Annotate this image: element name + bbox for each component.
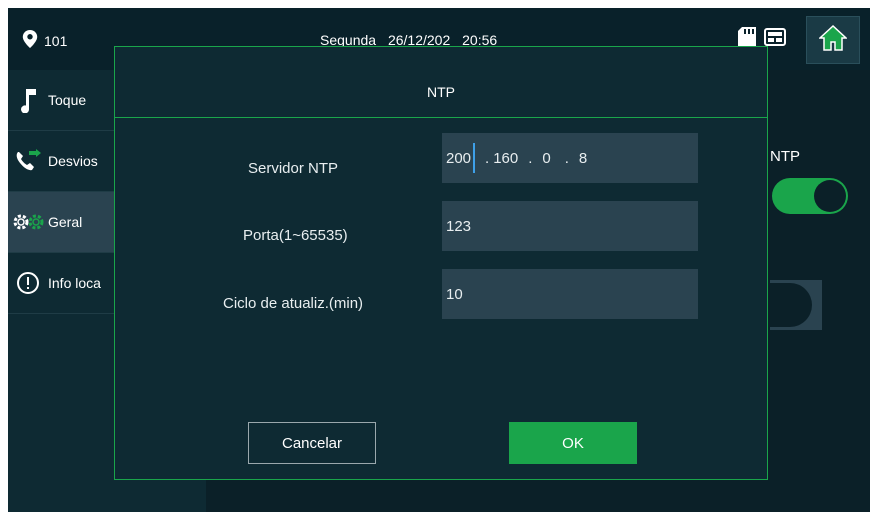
sidebar-item-label: Toque <box>48 92 87 108</box>
home-icon <box>818 24 848 56</box>
dialog-header: NTP <box>115 47 767 118</box>
sidebar-item-label: Desvios <box>48 153 98 169</box>
ntp-dialog: NTP Servidor NTP 200 . 160 . 0 . 8 Porta… <box>114 46 768 480</box>
secondary-toggle[interactable] <box>770 280 822 330</box>
gears-icon <box>8 212 48 232</box>
room-indicator: 101 <box>22 30 67 51</box>
ip-octet-3[interactable]: 0 <box>542 150 550 167</box>
toggle-knob <box>770 283 812 327</box>
port-value: 123 <box>446 217 472 235</box>
music-note-icon <box>8 87 48 113</box>
ip-octet-4[interactable]: 8 <box>579 150 587 167</box>
update-cycle-value: 10 <box>446 285 463 303</box>
ntp-setting-label: NTP <box>770 148 800 165</box>
ntp-toggle[interactable] <box>772 178 848 214</box>
sidebar-item-label: Info loca <box>48 275 101 291</box>
cancel-button[interactable]: Cancelar <box>248 422 376 464</box>
ip-octet-2[interactable]: 160 <box>493 150 518 167</box>
call-forward-icon <box>8 149 48 173</box>
ok-button[interactable]: OK <box>509 422 637 464</box>
home-button[interactable] <box>806 16 860 64</box>
toggle-knob <box>814 180 846 212</box>
port-field[interactable]: 123 <box>442 201 698 251</box>
ntp-server-ip-field[interactable]: 200 . 160 . 0 . 8 <box>442 133 698 183</box>
info-icon <box>8 271 48 295</box>
dialog-title: NTP <box>427 84 455 100</box>
sidebar-item-label: Geral <box>48 214 83 230</box>
text-cursor <box>473 143 476 173</box>
location-pin-icon <box>22 30 38 51</box>
room-number: 101 <box>44 32 68 49</box>
screen: 101 Segunda 26/12/202 20:56 Toque Desvio… <box>8 8 870 512</box>
ip-octet-1[interactable]: 200 <box>446 150 471 167</box>
update-cycle-field[interactable]: 10 <box>442 269 698 319</box>
